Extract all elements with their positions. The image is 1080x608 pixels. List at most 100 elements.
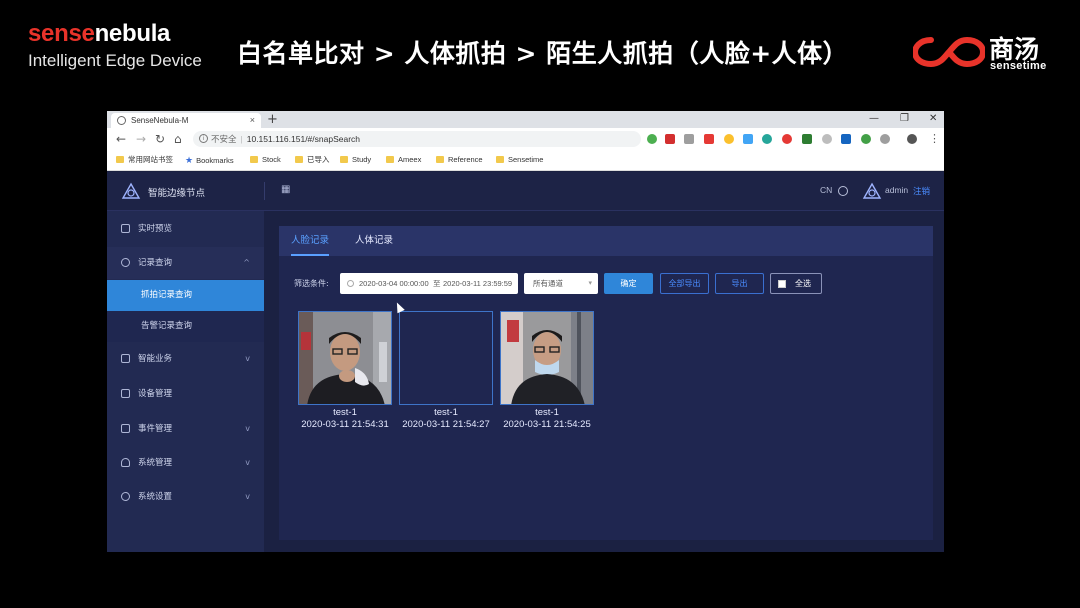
sidebar-item-live-preview[interactable]: 实时预览 <box>107 213 264 245</box>
close-window-button[interactable]: ✕ <box>929 111 937 126</box>
slide-title: 白名单比对 > 人体抓拍 > 陌生人抓拍（人脸+人体） <box>237 39 849 68</box>
extension-icon[interactable] <box>841 134 851 144</box>
header-divider <box>264 182 265 200</box>
user-icon <box>121 458 130 467</box>
username: admin <box>885 185 909 195</box>
checkbox[interactable] <box>778 280 786 288</box>
insecure-label: 不安全 <box>211 134 237 144</box>
sidebar-item-alarm-records[interactable]: 告警记录查询 <box>107 311 264 342</box>
sidebar-item-system-management[interactable]: 系统管理 v <box>107 447 264 479</box>
brand-logo-text: sensenebula <box>28 20 170 48</box>
forward-icon[interactable]: → <box>136 132 146 146</box>
confirm-button[interactable]: 确定 <box>604 273 653 294</box>
back-icon[interactable]: ← <box>116 132 126 146</box>
language-switch[interactable]: CN <box>820 185 832 195</box>
folder-icon <box>295 156 303 163</box>
folder-icon <box>116 156 124 163</box>
record-time: 2020-03-11 21:54:31 <box>301 419 389 430</box>
extension-icon[interactable] <box>880 134 890 144</box>
folder-icon <box>496 156 504 163</box>
globe-icon[interactable] <box>838 186 848 196</box>
url-text: 10.151.116.151/#/snapSearch <box>246 134 361 144</box>
date-range-picker[interactable]: 2020-03-04 00:00:00 至 2020-03-11 23:59:5… <box>340 273 518 294</box>
extension-icon[interactable] <box>647 134 657 144</box>
bookmark-item[interactable]: 已导入 <box>295 154 330 166</box>
sidebar-item-record-query[interactable]: 记录查询 ^ <box>107 247 264 279</box>
sidebar: 实时预览 记录查询 ^ 抓拍记录查询 告警记录查询 智能业务 v 设备管理 事件… <box>107 211 264 552</box>
export-button[interactable]: 导出 <box>715 273 764 294</box>
chevron-down-icon: ▾ <box>588 279 592 287</box>
record-name: test-1 <box>333 407 357 418</box>
extension-icon[interactable] <box>743 134 753 144</box>
close-icon[interactable]: × <box>250 113 255 128</box>
scan-icon <box>121 354 130 363</box>
extension-icon[interactable] <box>665 134 675 144</box>
play-icon <box>121 224 130 233</box>
browser-window: SenseNebula-M × + — ❐ ✕ ← → ↻ ⌂ i 不安全 | 10… <box>107 111 944 552</box>
face-thumbnail[interactable] <box>500 311 594 405</box>
face-thumbnail-empty[interactable] <box>399 311 493 405</box>
export-all-button[interactable]: 全部导出 <box>660 273 709 294</box>
brand-part-b: nebula <box>94 20 171 47</box>
extension-icon[interactable] <box>724 134 734 144</box>
bookmark-item[interactable]: Reference <box>436 154 483 166</box>
nebula-logo-icon <box>121 182 141 199</box>
sidebar-item-device-management[interactable]: 设备管理 <box>107 378 264 410</box>
tab-body-records[interactable]: 人体记录 <box>355 226 393 256</box>
sidebar-item-smart-business[interactable]: 智能业务 v <box>107 343 264 375</box>
sensetime-logo: 商汤 sensetime <box>913 32 1053 76</box>
brand-subtitle: Intelligent Edge Device <box>28 51 202 70</box>
record-name: test-1 <box>434 407 458 418</box>
select-all-checkbox[interactable]: 全选 <box>770 273 822 294</box>
date-separator: 至 <box>433 279 441 288</box>
bookmark-item[interactable]: Stock <box>250 154 281 166</box>
folder-icon <box>386 156 394 163</box>
home-icon[interactable]: ⌂ <box>174 132 182 146</box>
logout-link[interactable]: 注销 <box>913 185 930 197</box>
new-tab-button[interactable]: + <box>267 111 278 128</box>
minimize-button[interactable]: — <box>869 111 879 126</box>
extension-icon[interactable] <box>802 134 812 144</box>
channel-select[interactable]: 所有通道 ▾ <box>524 273 598 294</box>
extension-icon[interactable] <box>861 134 871 144</box>
camera-icon <box>121 258 130 267</box>
logo-english: sensetime <box>990 60 1047 72</box>
app-name: 智能边缘节点 <box>148 188 206 199</box>
bookmark-item[interactable]: Ameex <box>386 154 421 166</box>
extension-icon[interactable] <box>684 134 694 144</box>
grid-icon <box>121 424 130 433</box>
start-date: 2020-03-04 00:00:00 <box>359 279 429 288</box>
extension-icon[interactable] <box>762 134 772 144</box>
info-icon[interactable]: i <box>199 134 208 143</box>
profile-icon[interactable] <box>907 134 917 144</box>
extension-icon[interactable] <box>822 134 832 144</box>
maximize-button[interactable]: ❐ <box>900 111 909 126</box>
address-bar[interactable]: i 不安全|10.151.116.151/#/snapSearch ☆ <box>193 131 715 147</box>
face-thumbnail[interactable] <box>298 311 392 405</box>
grid-menu-icon[interactable]: ▦ <box>281 185 290 195</box>
main-panel: 人脸记录 人体记录 筛选条件: 2020-03-04 00:00:00 至 20… <box>279 226 933 540</box>
clock-icon <box>347 280 354 287</box>
reload-icon[interactable]: ↻ <box>155 132 165 146</box>
bookmark-item[interactable]: Sensetime <box>496 154 543 166</box>
face-photo <box>501 312 593 404</box>
channel-value: 所有通道 <box>533 279 563 288</box>
tab-face-records[interactable]: 人脸记录 <box>291 226 330 256</box>
tab-title: SenseNebula-M <box>131 116 189 125</box>
app-header: 智能边缘节点 ▦ CN admin 注销 <box>107 172 944 211</box>
bookmark-item[interactable]: Study <box>340 154 371 166</box>
extension-icon[interactable] <box>782 134 792 144</box>
extension-icon[interactable] <box>704 134 714 144</box>
sidebar-item-system-settings[interactable]: 系统设置 v <box>107 481 264 513</box>
globe-icon <box>117 116 126 125</box>
sidebar-item-snap-records[interactable]: 抓拍记录查询 <box>107 280 264 311</box>
bookmark-item[interactable]: 常用网站书签 <box>116 154 173 166</box>
menu-icon[interactable]: ⋮ <box>929 132 940 146</box>
slide: sensenebula Intelligent Edge Device 白名单比… <box>0 0 1080 608</box>
record-name: test-1 <box>535 407 559 418</box>
browser-tab[interactable]: SenseNebula-M × <box>111 113 261 128</box>
chevron-up-icon: ^ <box>243 258 250 267</box>
sidebar-item-event-management[interactable]: 事件管理 v <box>107 413 264 445</box>
bookmark-item[interactable]: ★ Bookmarks <box>185 154 234 167</box>
record-tabs: 人脸记录 人体记录 <box>279 226 933 256</box>
